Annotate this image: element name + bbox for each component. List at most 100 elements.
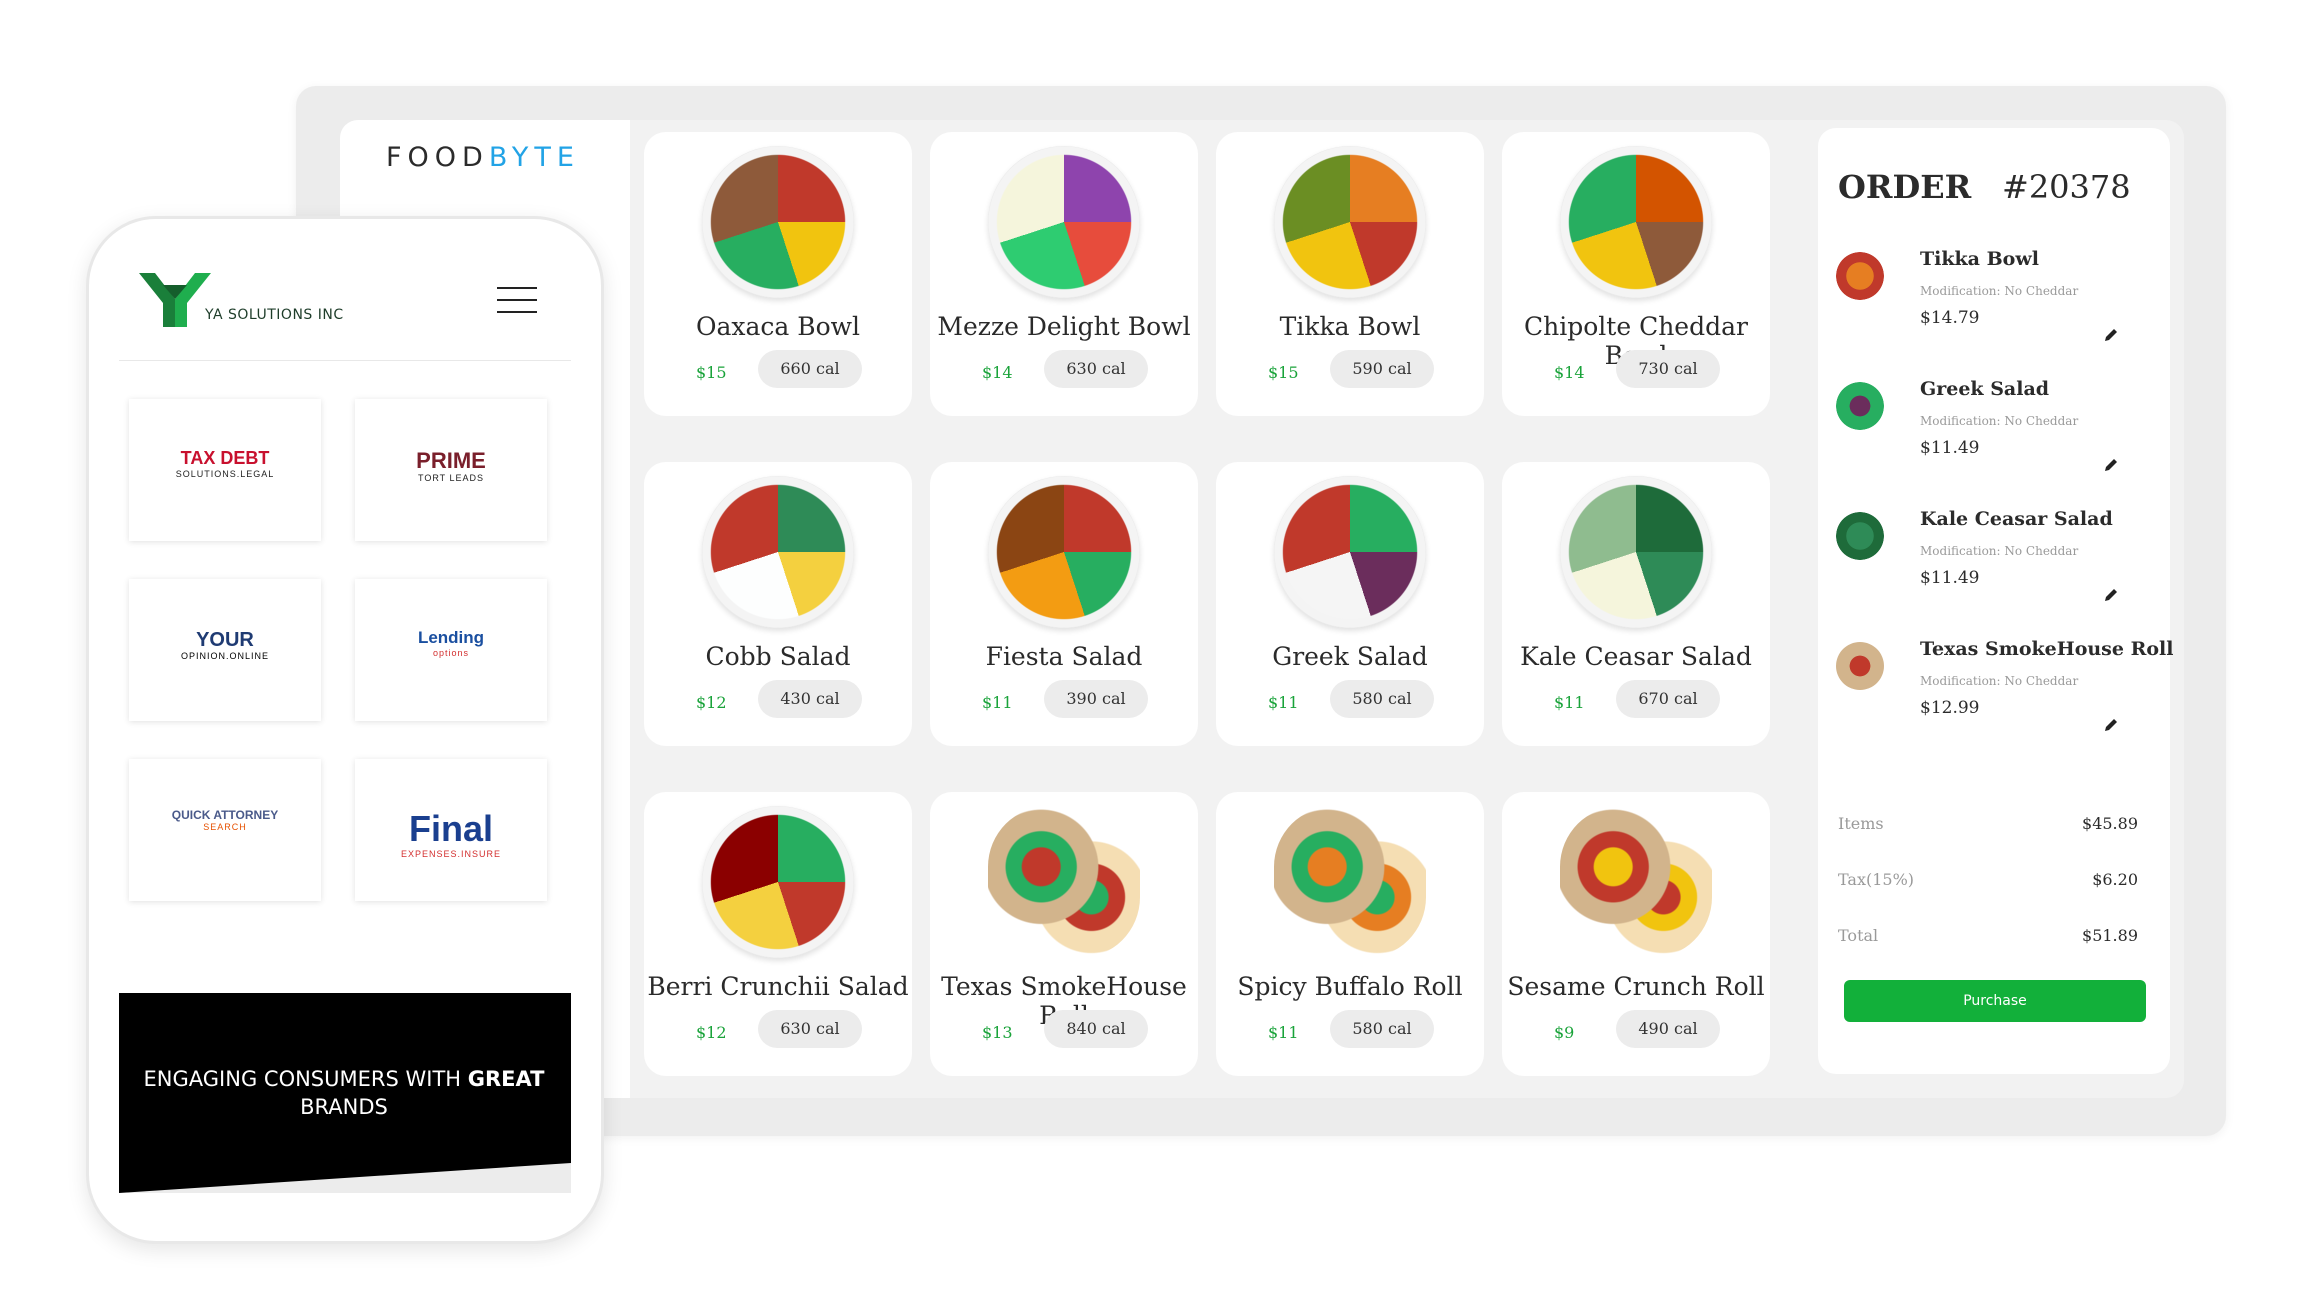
logo-food: FOOD [386,142,489,173]
order-item-price: $14.79 [1920,308,1980,328]
hamburger-menu-icon[interactable] [497,287,537,315]
partner-subtitle: options [432,647,470,658]
calorie-badge: 430 cal [758,680,862,718]
calorie-badge: 670 cal [1616,680,1720,718]
calorie-badge: 660 cal [758,350,862,388]
order-item-name: Greek Salad [1920,378,2050,400]
purchase-button[interactable]: Purchase [1844,980,2146,1022]
order-item-modification: Modification: No Cheddar [1920,414,2079,428]
bowl-image [1560,476,1712,628]
menu-item-name: Tikka Bowl [1279,312,1421,341]
banner-text-normal: ENGAGING CONSUMERS WITH [143,1067,468,1091]
company-name: YA SOLUTIONS INC [205,307,344,323]
partner-name: Final [408,808,493,849]
foodbyte-logo[interactable]: FOODBYTE [386,142,580,173]
menu-item-price: $12 [696,1023,727,1042]
foodbyte-app: FOODBYTE Oaxaca Bowl $15 660 cal Mezze Deli… [340,120,2184,1098]
tax-value: $6.20 [2092,870,2138,889]
menu-item-card[interactable]: Fiesta Salad $11 390 cal [930,462,1198,746]
order-item-price: $12.99 [1920,698,1980,718]
order-item-thumbnail [1836,382,1884,430]
menu-item-price: $14 [982,363,1013,382]
partner-subtitle: SOLUTIONS.LEGAL [175,468,275,479]
order-item-thumbnail [1836,642,1884,690]
banner-text-line2: BRANDS [300,1095,388,1119]
edit-pencil-icon[interactable] [2102,326,2120,344]
items-value: $45.89 [2082,814,2138,833]
menu-item-card[interactable]: Texas SmokeHouse Roll$13840 cal [930,792,1198,1076]
menu-item-card[interactable]: Mezze Delight Bowl $14 630 cal [930,132,1198,416]
menu-item-name: Sesame Crunch Roll [1507,972,1765,1001]
ya-logo-icon[interactable] [139,271,211,327]
calorie-badge: 730 cal [1616,350,1720,388]
order-item-thumbnail [1836,252,1884,300]
calorie-badge: 580 cal [1330,680,1434,718]
menu-item-card[interactable]: Berri Crunchii Salad $12 630 cal [644,792,912,1076]
order-line-item: Greek Salad Modification: No Cheddar $11… [1818,370,2170,488]
edit-pencil-icon[interactable] [2102,716,2120,734]
menu-item-price: $13 [982,1023,1013,1042]
menu-item-card[interactable]: Spicy Buffalo Roll $11 580 cal [1216,792,1484,1076]
menu-item-name: Spicy Buffalo Roll [1237,972,1463,1001]
bowl-image [702,806,854,958]
menu-item-card[interactable]: Sesame Crunch Roll $9 490 cal [1502,792,1770,1076]
order-item-modification: Modification: No Cheddar [1920,674,2079,688]
menu-item-name: Berri Crunchii Salad [647,972,909,1001]
order-item-name: Kale Ceasar Salad [1920,508,2113,530]
bowl-image [1274,476,1426,628]
total-label: Total [1838,926,1879,945]
order-item-name: Texas SmokeHouse Roll [1920,638,2174,660]
edit-pencil-icon[interactable] [2102,586,2120,604]
menu-item-price: $9 [1554,1023,1575,1042]
menu-item-name: Kale Ceasar Salad [1520,642,1752,671]
menu-grid: Oaxaca Bowl $15 660 cal Mezze Delight Bowl $… [644,132,1772,1082]
order-item-price: $11.49 [1920,438,1980,458]
phone-frame: YA SOLUTIONS INC TAX DEBT SOLUTIONS.LEGA… [86,216,604,1244]
wrap-image [1560,806,1712,958]
menu-item-name: Cobb Salad [705,642,851,671]
menu-item-card[interactable]: Chipolte Cheddar Bowl$14730 cal [1502,132,1770,416]
menu-item-card[interactable]: Greek Salad $11 580 cal [1216,462,1484,746]
partner-subtitle: OPINION.ONLINE [180,651,269,661]
order-line-item: Texas SmokeHouse Roll Modification: No C… [1818,630,2174,748]
bowl-image [702,476,854,628]
partner-subtitle: SEARCH [203,822,247,833]
order-number: #20378 [2002,168,2131,206]
partner-name: TAX DEBT [180,448,270,468]
partner-logo-card[interactable]: PRIME TORT LEADS [355,399,547,541]
partner-logo-card[interactable]: Lending options [355,579,547,721]
partner-logo-card[interactable]: QUICK ATTORNEY SEARCH [129,759,321,901]
order-item-name: Tikka Bowl [1920,248,2039,270]
items-label: Items [1838,814,1884,833]
menu-item-name: Fiesta Salad [985,642,1143,671]
partner-logo-card[interactable]: TAX DEBT SOLUTIONS.LEGAL [129,399,321,541]
bowl-image [1560,146,1712,298]
edit-pencil-icon[interactable] [2102,456,2120,474]
menu-item-card[interactable]: Oaxaca Bowl $15 660 cal [644,132,912,416]
menu-item-name: Oaxaca Bowl [695,312,861,341]
menu-item-card[interactable]: Tikka Bowl $15 590 cal [1216,132,1484,416]
bowl-image [702,146,854,298]
order-panel: ORDER #20378 Tikka Bowl Modification: No… [1818,128,2174,1074]
partner-logo-card[interactable]: Final EXPENSES.INSURE [355,759,547,901]
bowl-image [988,476,1140,628]
partner-logo-card[interactable]: YOUR OPINION.ONLINE [129,579,321,721]
order-item-price: $11.49 [1920,568,1980,588]
menu-item-price: $15 [696,363,727,382]
order-item-thumbnail [1836,512,1884,560]
menu-item-price: $11 [1268,1023,1299,1042]
menu-item-price: $14 [1554,363,1585,382]
menu-item-price: $12 [696,693,727,712]
menu-item-card[interactable]: Kale Ceasar Salad $11 670 cal [1502,462,1770,746]
calorie-badge: 580 cal [1330,1010,1434,1048]
logo-byte: BYTE [488,142,580,173]
partner-name: YOUR [196,629,254,651]
banner-text-bold: GREAT [467,1067,545,1091]
calorie-badge: 630 cal [758,1010,862,1048]
menu-item-card[interactable]: Cobb Salad $12 430 cal [644,462,912,746]
partner-name: PRIME [416,448,486,473]
bowl-image [1274,146,1426,298]
wrap-image [1274,806,1426,958]
order-item-modification: Modification: No Cheddar [1920,284,2079,298]
calorie-badge: 490 cal [1616,1010,1720,1048]
